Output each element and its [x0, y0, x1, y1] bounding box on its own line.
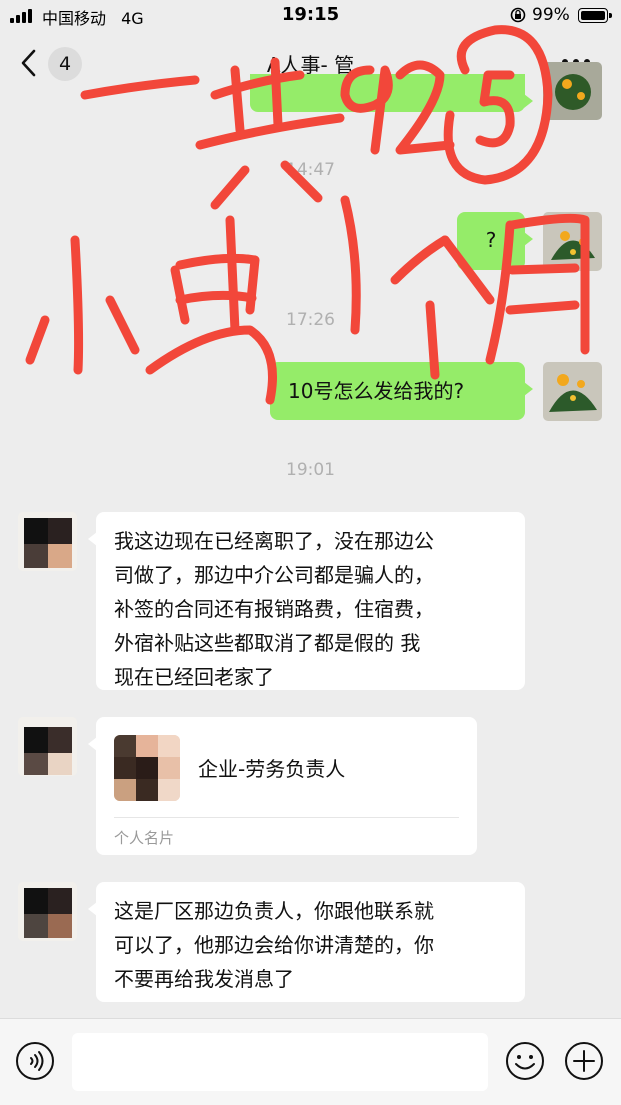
- battery-icon: [578, 8, 612, 23]
- card-divider: [114, 817, 459, 818]
- avatar-self[interactable]: [543, 62, 602, 120]
- message-bubble-incoming[interactable]: 这是厂区那边负责人，你跟他联系就 可以了，他那边会给你讲清楚的，你 不要再给我发…: [88, 882, 525, 1002]
- emoji-icon[interactable]: [505, 1041, 545, 1081]
- status-time: 19:15: [281, 4, 340, 25]
- card-avatar: [114, 735, 180, 801]
- voice-icon[interactable]: [15, 1041, 55, 1081]
- message-text: 10号怎么发给我的?: [288, 379, 465, 403]
- message-text: ?: [485, 228, 497, 252]
- avatar-contact[interactable]: [18, 717, 77, 776]
- avatar-self[interactable]: [543, 212, 602, 271]
- plus-icon[interactable]: [564, 1041, 604, 1081]
- message-text: 这是厂区那边负责人，你跟他联系就 可以了，他那边会给你讲清楚的，你 不要再给我发…: [114, 899, 434, 991]
- timestamp: 17:26: [286, 310, 335, 330]
- contact-card[interactable]: 企业-劳务负责人 个人名片: [88, 717, 477, 855]
- message-text: 我这边现在已经离职了，没在那边公 司做了，那边中介公司都是骗人的， 补签的合同还…: [114, 529, 434, 689]
- battery-percent: 99%: [532, 5, 570, 25]
- unread-count-badge[interactable]: 4: [48, 47, 82, 81]
- timestamp: 19:01: [286, 460, 335, 480]
- message-bubble-partial[interactable]: [250, 74, 533, 112]
- message-bubble-incoming[interactable]: 我这边现在已经离职了，没在那边公 司做了，那边中介公司都是骗人的， 补签的合同还…: [88, 512, 525, 690]
- card-type-label: 个人名片: [114, 829, 175, 847]
- message-bubble-outgoing[interactable]: 10号怎么发给我的?: [270, 362, 533, 420]
- card-contact-name: 企业-劳务负责人: [198, 757, 346, 781]
- avatar-self[interactable]: [543, 362, 602, 421]
- avatar-contact[interactable]: [18, 882, 77, 941]
- back-icon[interactable]: [18, 48, 40, 78]
- input-bar: [0, 1018, 621, 1105]
- status-bar: 中国移动 4G 19:15 99%: [0, 0, 621, 32]
- message-input[interactable]: [72, 1033, 488, 1091]
- lock-rotation-icon: [510, 7, 526, 23]
- message-bubble-outgoing[interactable]: ?: [457, 212, 533, 270]
- avatar-contact[interactable]: [18, 512, 77, 571]
- timestamp: 14:47: [286, 160, 335, 180]
